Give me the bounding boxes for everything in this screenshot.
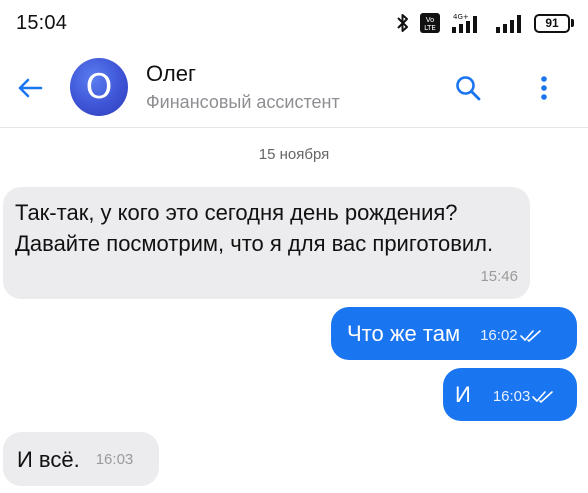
- contact-subtitle: Финансовый ассистент: [146, 92, 340, 112]
- message-text: Что же там: [347, 321, 461, 346]
- back-button[interactable]: [14, 72, 46, 104]
- more-vertical-icon: [541, 76, 547, 100]
- status-icons: Vo LTE 4G+ 91: [396, 12, 574, 34]
- more-options-button[interactable]: [530, 72, 558, 104]
- avatar[interactable]: O: [70, 58, 128, 116]
- message-bubble-outgoing[interactable]: И 16:03: [443, 368, 577, 421]
- message-time: 16:02: [480, 327, 518, 344]
- avatar-letter: O: [85, 67, 113, 107]
- double-check-icon: [532, 390, 554, 404]
- message-bubble-outgoing[interactable]: Что же там 16:02: [331, 307, 577, 360]
- date-separator: 15 ноября: [258, 146, 330, 163]
- signal-icon: 4G+: [450, 12, 484, 34]
- battery-icon: 91: [534, 13, 574, 33]
- double-check-icon: [519, 329, 542, 343]
- message-text: И: [455, 382, 471, 407]
- search-button[interactable]: [452, 72, 484, 104]
- svg-text:Vo: Vo: [426, 16, 435, 24]
- signal-icon: [494, 12, 524, 34]
- message-bubble-incoming[interactable]: Так-так, у кого это сегодня день рождени…: [3, 187, 530, 299]
- message-time: 16:03: [492, 388, 531, 405]
- volte-icon: Vo LTE: [420, 13, 440, 33]
- svg-text:LTE: LTE: [424, 24, 436, 32]
- svg-text:4G+: 4G+: [453, 13, 469, 21]
- arrow-left-icon: [18, 78, 43, 98]
- search-icon: [456, 76, 481, 101]
- message-time: 15:46: [480, 268, 518, 285]
- message-text: Так-так, у кого это сегодня день рождени…: [15, 200, 494, 256]
- status-bar: 15:04 Vo LTE 4G+ 91: [0, 0, 588, 48]
- chat-header: O Олег Финансовый ассистент: [0, 48, 588, 128]
- contact-name[interactable]: Олег: [146, 61, 196, 87]
- message-time: 16:03: [95, 450, 134, 468]
- message-bubble-incoming[interactable]: И всё. 16:03: [3, 432, 159, 486]
- bluetooth-icon: [396, 13, 410, 33]
- message-text: И всё.: [17, 446, 80, 472]
- status-time: 15:04: [16, 12, 68, 34]
- battery-level: 91: [534, 13, 570, 33]
